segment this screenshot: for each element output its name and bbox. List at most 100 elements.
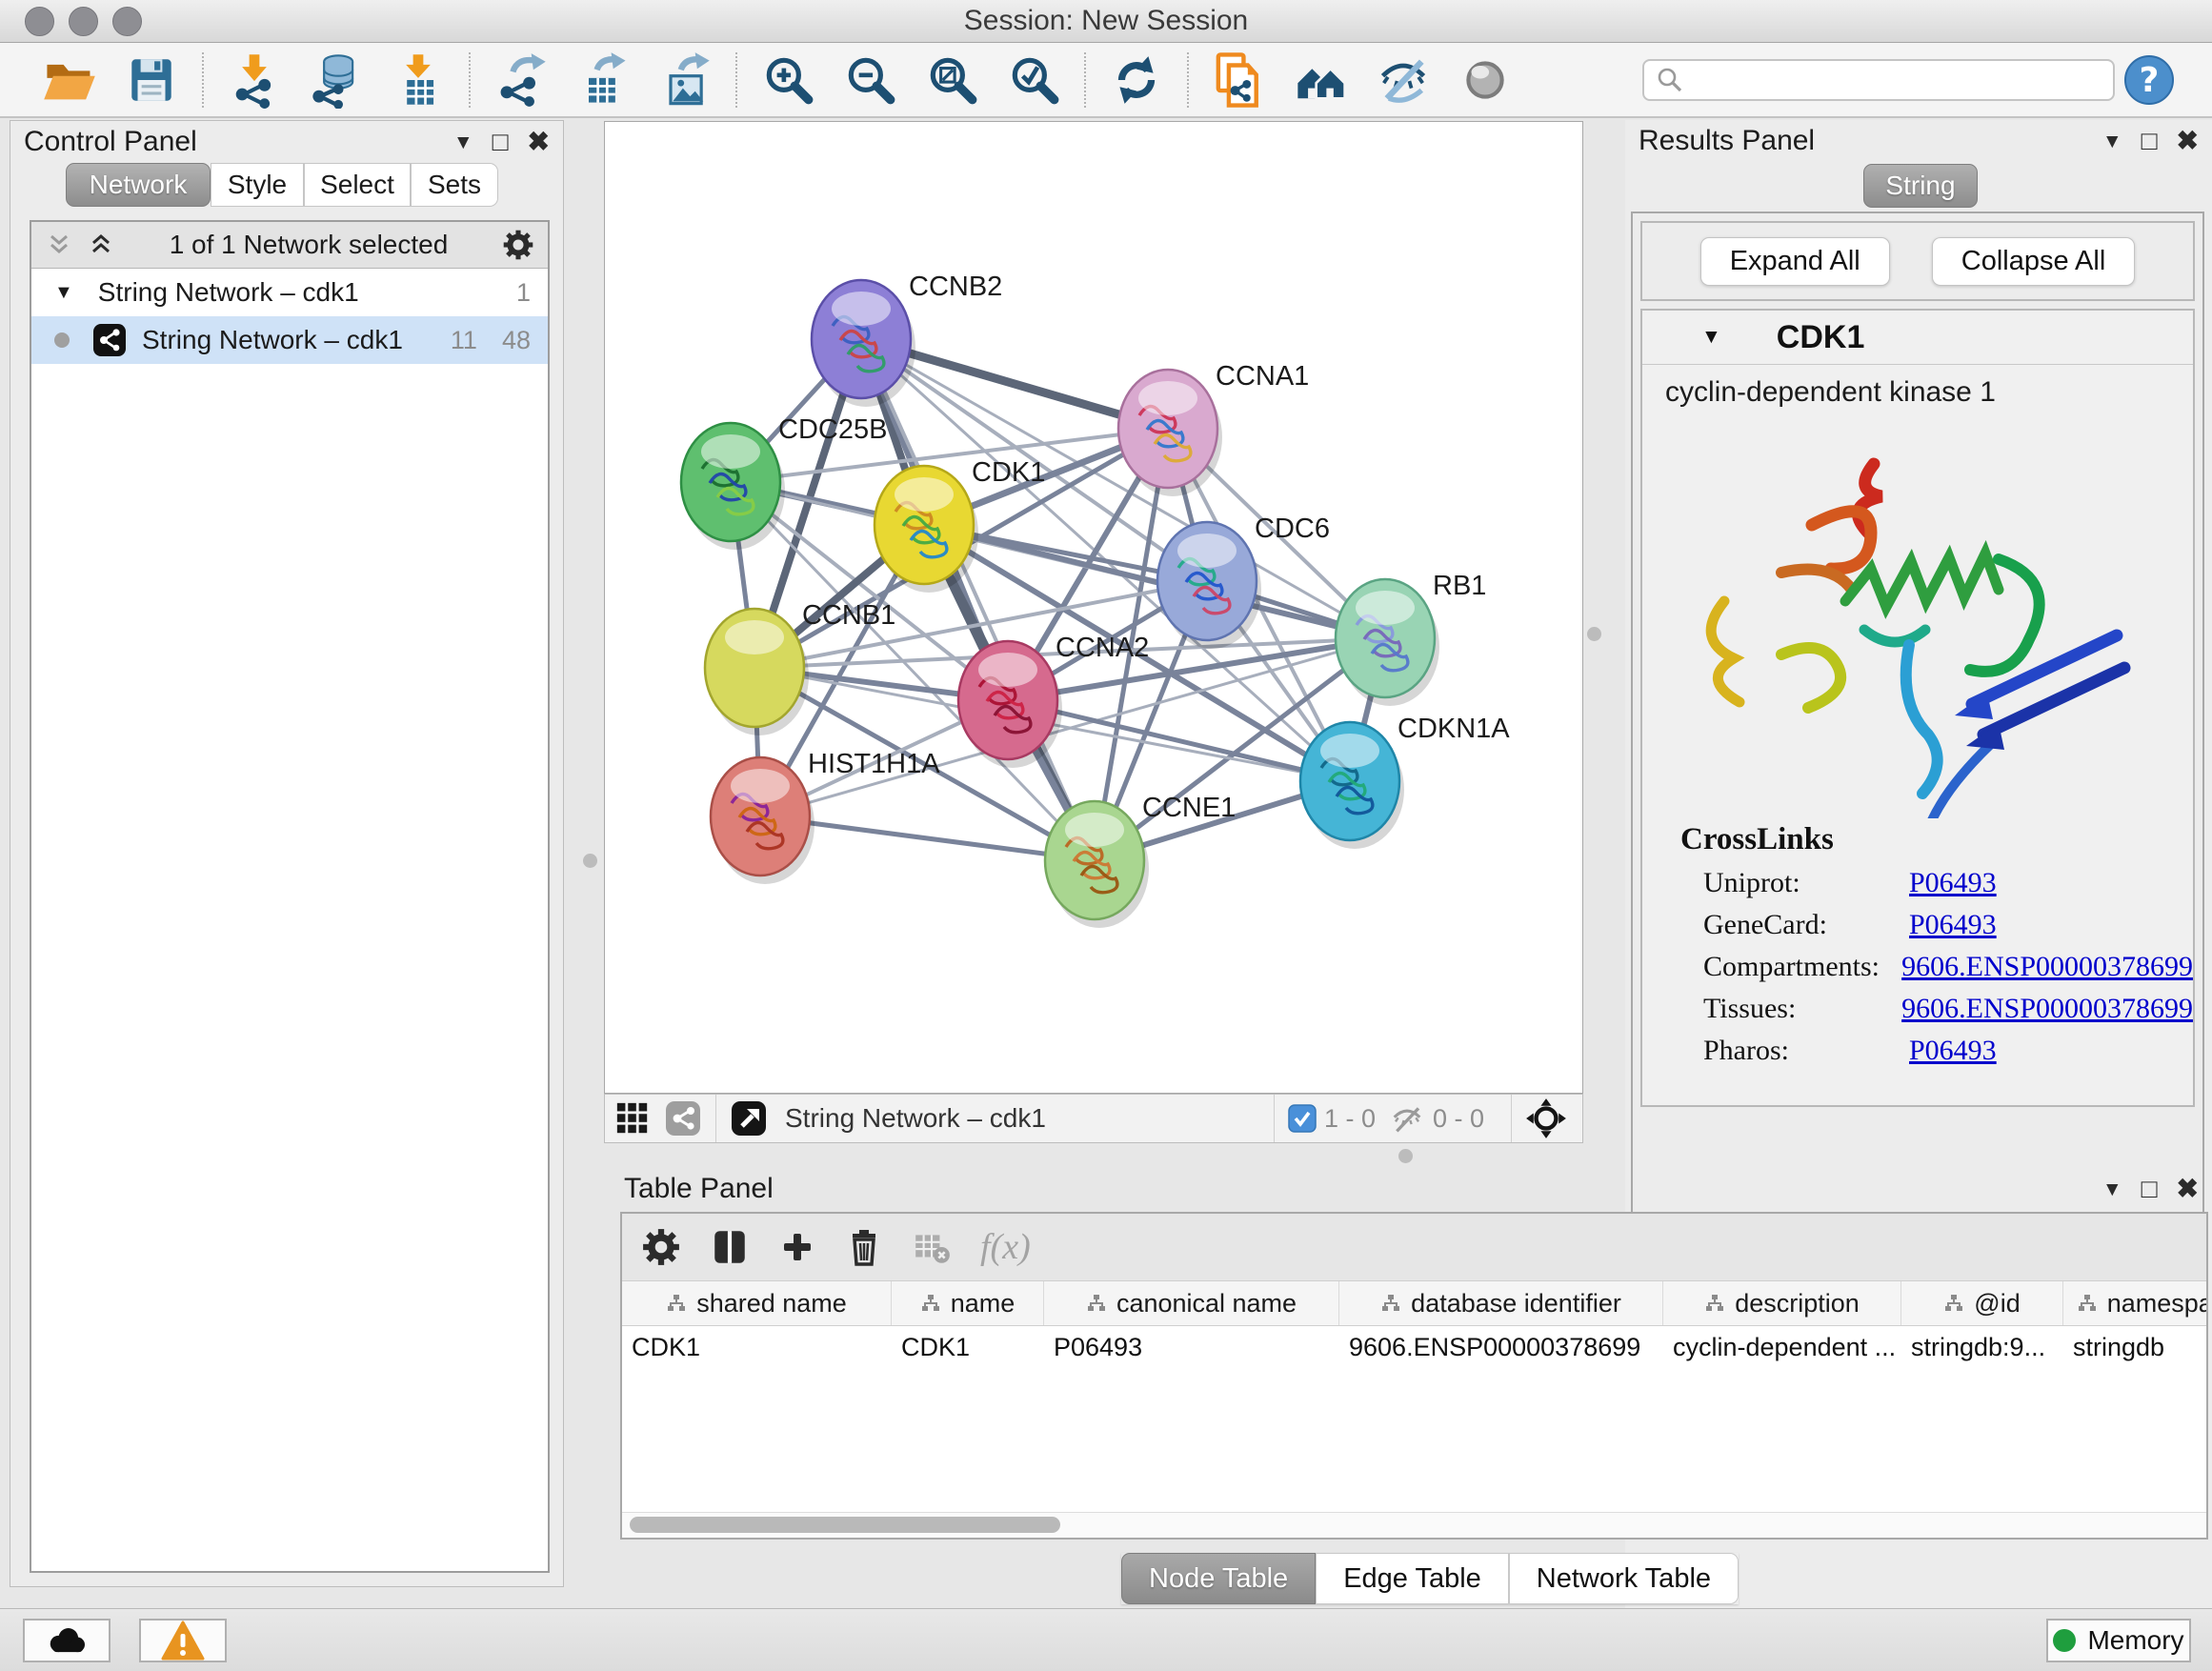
delete-table-icon[interactable] (912, 1227, 952, 1267)
show-columns-icon[interactable] (710, 1227, 750, 1267)
import-table-file-button[interactable] (377, 49, 459, 111)
zoom-fit-button[interactable] (911, 49, 993, 111)
zoom-fit-icon (924, 52, 979, 108)
column-header-shared-name[interactable]: shared name (622, 1281, 892, 1325)
network-node-CDKN1A[interactable]: CDKN1A (1300, 714, 1510, 849)
tab-network-table[interactable]: Network Table (1509, 1553, 1739, 1604)
collapse-panel-icon[interactable]: ▼ (453, 132, 473, 152)
collection-expander-icon[interactable]: ▼ (54, 282, 73, 304)
close-panel-icon[interactable]: ✖ (2177, 1176, 2199, 1202)
selected-checkbox-icon[interactable] (1288, 1104, 1317, 1133)
crosslink-link[interactable]: P06493 (1909, 1035, 1997, 1067)
gene-section-header[interactable]: ▼ CDK1 (1642, 311, 2193, 365)
network-node-CCNE1[interactable]: CCNE1 (1045, 793, 1236, 928)
network-node-RB1[interactable]: RB1 (1336, 571, 1486, 706)
column-header-namespace[interactable]: namespace (2063, 1281, 2206, 1325)
expand-all-icon[interactable] (87, 231, 115, 259)
column-header-description[interactable]: description (1663, 1281, 1901, 1325)
warning-status-button[interactable] (139, 1619, 227, 1662)
table-row[interactable]: CDK1CDK1P064939606.ENSP00000378699cyclin… (622, 1326, 2206, 1368)
search-input[interactable] (1694, 64, 2101, 95)
add-column-icon[interactable] (778, 1228, 816, 1266)
column-header-database-identifier[interactable]: database identifier (1339, 1281, 1663, 1325)
houses-icon (1293, 51, 1350, 109)
collection-label: String Network – cdk1 (98, 277, 359, 308)
pan-crosshair-icon[interactable] (1525, 1097, 1567, 1139)
tab-select[interactable]: Select (304, 163, 411, 207)
tab-edge-table[interactable]: Edge Table (1316, 1553, 1509, 1604)
float-panel-icon[interactable]: □ (2142, 1176, 2158, 1202)
column-sort-icon (1943, 1293, 1964, 1314)
table-cell: stringdb (2063, 1333, 2206, 1362)
collapse-panel-icon[interactable]: ▼ (2102, 131, 2122, 151)
import-network-file-button[interactable] (213, 49, 295, 111)
close-panel-icon[interactable]: ✖ (528, 129, 550, 155)
network-node-CCNB2[interactable]: CCNB2 (812, 272, 1002, 407)
column-sort-icon (1704, 1293, 1725, 1314)
table-options-gear-icon[interactable] (641, 1227, 681, 1267)
help-button[interactable]: ? (2115, 49, 2183, 111)
crosslink-link[interactable]: 9606.ENSP00000378699 (1901, 993, 2193, 1025)
network-view-badge-icon[interactable] (664, 1099, 702, 1137)
open-folder-icon (41, 51, 98, 109)
bottom-splitter-handle[interactable] (1398, 1149, 1413, 1163)
cloud-status-button[interactable] (23, 1619, 111, 1662)
network-options-gear-icon[interactable] (502, 229, 534, 261)
left-splitter-handle[interactable] (583, 854, 597, 868)
tab-style[interactable]: Style (211, 163, 304, 207)
birdseye-view-icon[interactable] (730, 1099, 768, 1137)
network-collection-row[interactable]: ▼ String Network – cdk1 1 (31, 269, 548, 316)
network-node-CDC25B[interactable]: CDC25B (681, 414, 887, 550)
zoom-selected-button[interactable] (993, 49, 1075, 111)
right-splitter-handle[interactable] (1587, 627, 1601, 641)
column-header-label: @id (1974, 1289, 2020, 1319)
column-header-canonical-name[interactable]: canonical name (1044, 1281, 1339, 1325)
tab-network[interactable]: Network (66, 163, 211, 207)
function-builder-icon[interactable]: f(x) (980, 1226, 1031, 1268)
network-node-CDK1[interactable]: CDK1 (875, 457, 1045, 593)
crosslink-link[interactable]: P06493 (1909, 867, 1997, 899)
grid-view-icon[interactable] (614, 1100, 651, 1137)
tab-string[interactable]: String (1863, 164, 1978, 208)
export-image-button[interactable] (644, 49, 726, 111)
horizontal-scrollbar[interactable] (622, 1512, 2206, 1538)
tab-node-table[interactable]: Node Table (1121, 1553, 1316, 1604)
collapse-panel-icon[interactable]: ▼ (2102, 1179, 2122, 1199)
zoom-out-button[interactable] (829, 49, 911, 111)
zoom-in-button[interactable] (747, 49, 829, 111)
network-node-CCNA1[interactable]: CCNA1 (1118, 361, 1309, 496)
status-bar: Memory (0, 1608, 2212, 1671)
apply-style-button[interactable] (1096, 49, 1177, 111)
scrollbar-thumb[interactable] (630, 1517, 1060, 1533)
network-node-CCNB1[interactable]: CCNB1 (705, 600, 895, 735)
crosslink-label: Tissues: (1703, 993, 1901, 1025)
gene-expander-icon[interactable]: ▼ (1701, 326, 1721, 349)
first-neighbors-button[interactable] (1280, 49, 1362, 111)
float-panel-icon[interactable]: □ (493, 129, 509, 155)
tab-sets[interactable]: Sets (411, 163, 498, 207)
crosslink-link[interactable]: 9606.ENSP00000378699 (1901, 951, 2193, 983)
column-header--id[interactable]: @id (1901, 1281, 2063, 1325)
delete-column-trash-icon[interactable] (845, 1228, 883, 1266)
crosslink-link[interactable]: P06493 (1909, 909, 1997, 941)
column-header-name[interactable]: name (892, 1281, 1044, 1325)
collapse-all-button[interactable]: Collapse All (1932, 237, 2136, 286)
show-all-button[interactable] (1444, 49, 1526, 111)
close-panel-icon[interactable]: ✖ (2177, 128, 2199, 154)
float-panel-icon[interactable]: □ (2142, 128, 2158, 154)
network-row[interactable]: String Network – cdk1 11 48 (31, 316, 548, 364)
stringapp-import-button[interactable] (1198, 49, 1280, 111)
collapse-all-icon[interactable] (45, 231, 73, 259)
save-session-button[interactable] (111, 49, 192, 111)
open-session-button[interactable] (29, 49, 111, 111)
network-node-CDC6[interactable]: CDC6 (1157, 513, 1330, 649)
import-network-database-button[interactable] (295, 49, 377, 111)
hide-selected-button[interactable] (1362, 49, 1444, 111)
network-node-HIST1H1A[interactable]: HIST1H1A (711, 749, 940, 884)
export-table-button[interactable] (562, 49, 644, 111)
application-window: Session: New Session (0, 0, 2212, 1671)
export-network-button[interactable] (480, 49, 562, 111)
network-canvas[interactable]: CCNB2CCNA1CDC25BCDK1CDC6RB1CCNB1CCNA2CDK… (604, 121, 1583, 1094)
memory-button[interactable]: Memory (2046, 1619, 2191, 1662)
expand-all-button[interactable]: Expand All (1700, 237, 1890, 286)
